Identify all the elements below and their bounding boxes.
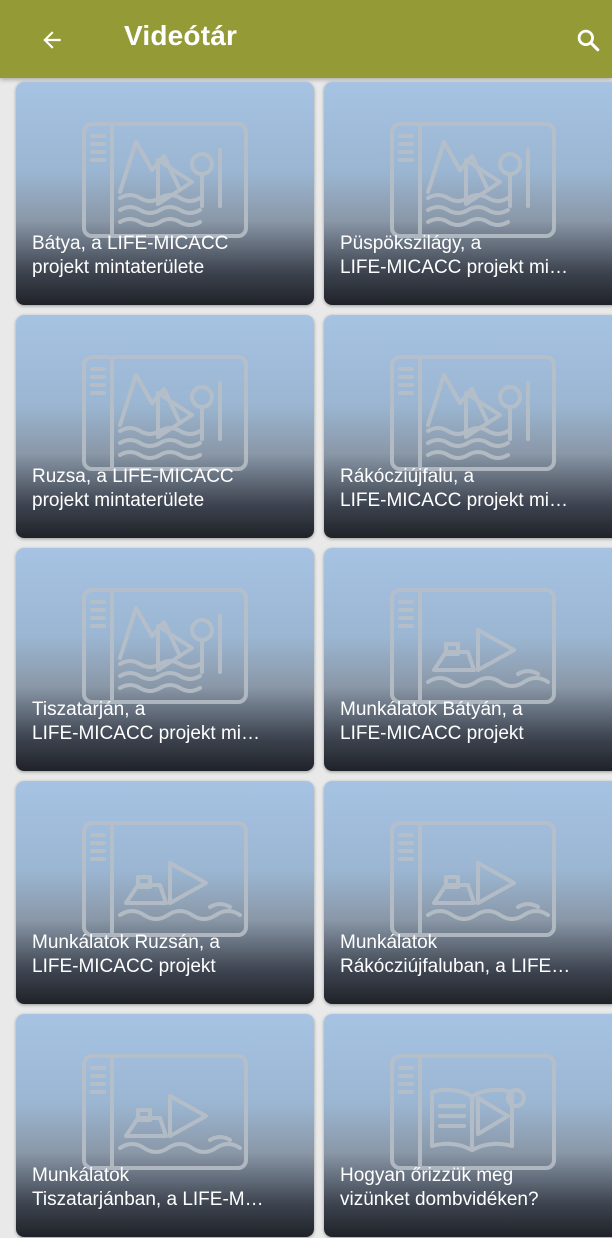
video-title-line-1: Rákócziújfalu, a <box>340 466 475 487</box>
video-title-line-2: LIFE-MICACC projekt mi… <box>340 490 569 511</box>
video-title-line-1: Püspökszilágy, a <box>340 233 482 254</box>
search-button[interactable] <box>566 18 610 62</box>
video-card[interactable]: Munkálatok Bátyán, a LIFE-MICACC projekt <box>324 548 612 771</box>
video-placeholder-icon <box>82 1054 248 1170</box>
video-title: Hogyan őrizzük meg vizünket dombvidéken? <box>340 1164 610 1212</box>
video-placeholder-icon <box>390 355 556 471</box>
video-title-line-1: Munkálatok <box>32 1165 130 1186</box>
video-placeholder-icon <box>390 122 556 238</box>
video-card[interactable]: Munkálatok Rákócziújfaluban, a LIFE… <box>324 781 612 1004</box>
video-title: Munkálatok Bátyán, a LIFE-MICACC projekt <box>340 698 610 746</box>
page-title: Videótár <box>124 20 238 51</box>
video-title-line-1: Hogyan őrizzük meg <box>340 1165 514 1186</box>
video-placeholder-icon <box>82 821 248 937</box>
video-title: Munkálatok Ruzsán, a LIFE-MICACC projekt <box>32 931 302 979</box>
video-title: Tiszatarján, a LIFE-MICACC projekt mi… <box>32 698 302 746</box>
app-bar: Videótár <box>0 0 612 78</box>
search-icon <box>577 29 600 52</box>
video-title-line-2: LIFE-MICACC projekt mi… <box>32 723 261 744</box>
video-card[interactable]: Ruzsa, a LIFE-MICACC projekt mintaterület… <box>16 315 314 538</box>
video-placeholder-icon <box>82 122 248 238</box>
video-title-line-1: Bátya, a LIFE-MICACC <box>32 233 229 254</box>
video-title-line-2: Tiszatarjánban, a LIFE-M… <box>32 1189 264 1210</box>
video-placeholder-icon <box>82 355 248 471</box>
video-title-line-1: Tiszatarján, a <box>32 699 146 720</box>
video-placeholder-icon <box>390 821 556 937</box>
video-title-line-1: Munkálatok Bátyán, a <box>340 699 523 720</box>
video-title-line-2: projekt mintaterülete <box>32 257 205 278</box>
video-title-line-2: LIFE-MICACC projekt <box>32 956 216 977</box>
video-card[interactable]: Munkálatok Ruzsán, a LIFE-MICACC projekt <box>16 781 314 1004</box>
video-card[interactable]: Rákócziújfalu, a LIFE-MICACC projekt mi… <box>324 315 612 538</box>
back-button[interactable] <box>30 18 74 62</box>
video-card[interactable]: Munkálatok Tiszatarjánban, a LIFE-M… <box>16 1014 314 1237</box>
video-title: Püspökszilágy, a LIFE-MICACC projekt mi… <box>340 232 610 280</box>
video-title-line-2: LIFE-MICACC projekt mi… <box>340 257 569 278</box>
video-title-line-2: projekt mintaterülete <box>32 490 205 511</box>
video-title-line-2: LIFE-MICACC projekt <box>340 723 524 744</box>
video-title: Munkálatok Tiszatarjánban, a LIFE-M… <box>32 1164 302 1212</box>
video-title: Munkálatok Rákócziújfaluban, a LIFE… <box>340 931 610 979</box>
video-placeholder-icon <box>82 588 248 704</box>
video-title-line-2: Rákócziújfaluban, a LIFE… <box>340 956 571 977</box>
video-card[interactable]: Püspökszilágy, a LIFE-MICACC projekt mi… <box>324 82 612 305</box>
video-card[interactable]: Hogyan őrizzük meg vizünket dombvidéken? <box>324 1014 612 1237</box>
video-title: Rákócziújfalu, a LIFE-MICACC projekt mi… <box>340 465 610 513</box>
video-title-line-1: Ruzsa, a LIFE-MICACC <box>32 466 234 487</box>
video-title-line-1: Munkálatok <box>340 932 438 953</box>
video-placeholder-icon <box>390 588 556 704</box>
video-title: Ruzsa, a LIFE-MICACC projekt mintaterület… <box>32 465 302 513</box>
video-placeholder-icon <box>390 1054 556 1170</box>
video-card[interactable]: Tiszatarján, a LIFE-MICACC projekt mi… <box>16 548 314 771</box>
video-title: Bátya, a LIFE-MICACC projekt mintaterület… <box>32 232 302 280</box>
video-card[interactable]: Bátya, a LIFE-MICACC projekt mintaterület… <box>16 82 314 305</box>
video-title-line-2: vizünket dombvidéken? <box>340 1189 539 1210</box>
video-title-line-1: Munkálatok Ruzsán, a <box>32 932 220 953</box>
arrow-left-icon <box>43 31 61 49</box>
